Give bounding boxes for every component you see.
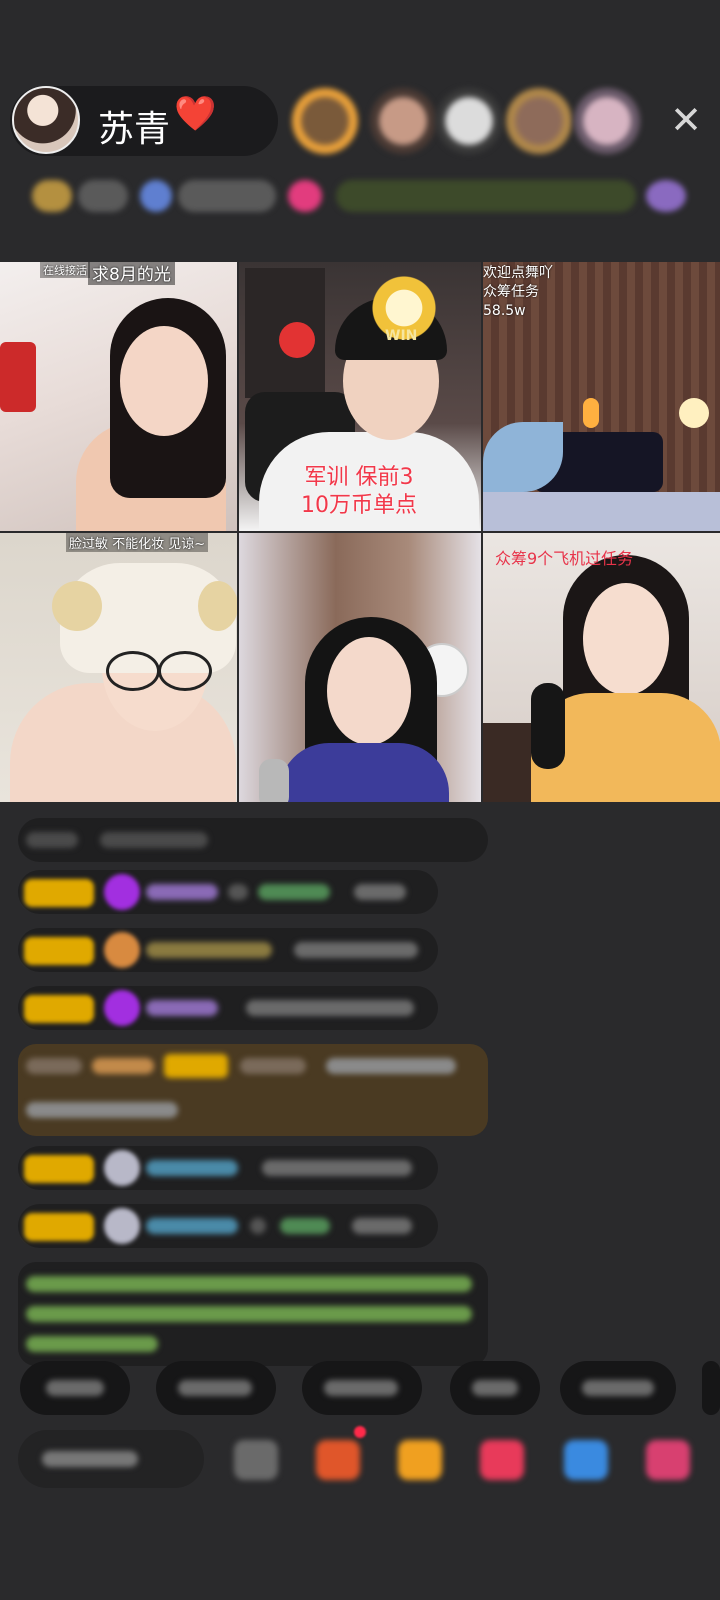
chat-message[interactable] [18, 986, 438, 1030]
video-tile-2[interactable]: WIN 军训 保前3 10万币单点 [239, 262, 481, 531]
close-icon[interactable]: ✕ [664, 98, 708, 142]
quick-tag-1[interactable] [20, 1361, 130, 1415]
system-notice [18, 1262, 488, 1366]
chat-message[interactable] [18, 928, 438, 972]
video-tile-3[interactable]: 欢迎点舞吖 众筹任务 58.5w [483, 262, 720, 531]
viewer-avatar-4[interactable] [506, 88, 572, 154]
host-name: 苏青 [98, 109, 171, 150]
chat-message-highlight[interactable] [18, 1044, 488, 1136]
notification-dot [354, 1426, 366, 1438]
apps-icon[interactable] [564, 1440, 608, 1480]
tile-title: 求8月的光 [88, 262, 175, 285]
room-info-bar[interactable] [18, 172, 702, 220]
video-tile-6[interactable]: 众筹9个飞机过任务 [483, 533, 720, 802]
quick-tag-3[interactable] [302, 1361, 422, 1415]
more-icon[interactable] [646, 1440, 690, 1480]
heart-icon: ❤️ [174, 94, 217, 134]
task-banner[interactable] [336, 180, 636, 212]
microphone [531, 683, 565, 769]
quick-tag-4[interactable] [450, 1361, 540, 1415]
chat-input[interactable] [18, 1430, 204, 1488]
chat-message[interactable] [18, 870, 438, 914]
quick-tag-5[interactable] [560, 1361, 676, 1415]
rank-text [78, 180, 128, 212]
viewer-avatar-5[interactable] [574, 88, 640, 154]
tile-title: 脸过敏 不能化妆 见谅~ [66, 533, 209, 552]
task-avatar[interactable] [646, 180, 686, 212]
treasure-icon[interactable] [398, 1440, 442, 1480]
rank-badge[interactable] [32, 180, 72, 212]
fans-badge[interactable] [140, 180, 172, 212]
win-text: WIN [385, 328, 418, 344]
tile-caption: 军训 保前3 10万币单点 [301, 465, 417, 518]
quick-tag-6[interactable] [702, 1361, 720, 1415]
chat-message[interactable] [18, 1204, 438, 1248]
host-avatar[interactable] [12, 86, 80, 154]
quick-tag-2[interactable] [156, 1361, 276, 1415]
emoji-icon[interactable] [234, 1440, 278, 1480]
chat-message[interactable] [18, 1146, 438, 1190]
video-tile-5[interactable] [239, 533, 481, 802]
tile-label: 在线接活 [40, 262, 90, 278]
video-tile-4[interactable]: 脸过敏 不能化妆 见谅~ [0, 533, 237, 802]
gift-box-icon[interactable] [316, 1440, 360, 1480]
chat-message[interactable] [18, 818, 488, 862]
viewer-avatar-3[interactable] [436, 88, 502, 154]
game-icon[interactable] [480, 1440, 524, 1480]
fans-text [178, 180, 276, 212]
gift-icon[interactable] [288, 180, 322, 212]
viewer-avatar-2[interactable] [370, 88, 436, 154]
tile-title: 欢迎点舞吖 众筹任务 58.5w [483, 265, 553, 319]
tile-title: 众筹9个飞机过任务 [495, 549, 634, 568]
video-grid: 在线接活 求8月的光 WIN 军训 保前3 10万币单点 欢迎点舞吖 众筹任务 … [0, 262, 720, 802]
viewer-avatar-1[interactable] [292, 88, 358, 154]
video-tile-1[interactable]: 在线接活 求8月的光 [0, 262, 237, 531]
